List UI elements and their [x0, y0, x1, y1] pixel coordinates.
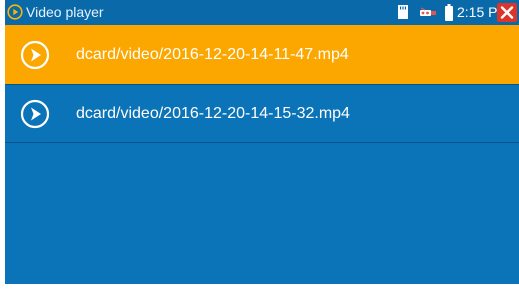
battery-icon — [445, 4, 453, 21]
play-circle-icon — [20, 40, 50, 69]
window-title: Video player — [26, 4, 104, 20]
close-button[interactable] — [497, 3, 517, 22]
close-icon — [500, 6, 514, 19]
play-circle-icon — [7, 4, 23, 20]
file-list-item[interactable]: dcard/video/2016-12-20-14-11-47.mp4 — [5, 25, 519, 85]
title-bar: Video player 2:15 PM — [5, 0, 519, 25]
file-name: dcard/video/2016-12-20-14-15-32.mp4 — [76, 104, 350, 122]
file-list-item[interactable]: dcard/video/2016-12-20-14-15-32.mp4 — [5, 85, 519, 143]
play-circle-icon — [20, 99, 50, 128]
file-name: dcard/video/2016-12-20-14-11-47.mp4 — [76, 45, 349, 63]
sd-card-icon — [398, 5, 408, 19]
video-player-window: Video player 2:15 PM dcard/video/2016-12… — [5, 0, 519, 284]
screen: Video player 2:15 PM dcard/video/2016-12… — [0, 0, 519, 294]
file-list: dcard/video/2016-12-20-14-11-47.mp4 dcard… — [5, 25, 519, 143]
usb-icon — [420, 7, 436, 16]
